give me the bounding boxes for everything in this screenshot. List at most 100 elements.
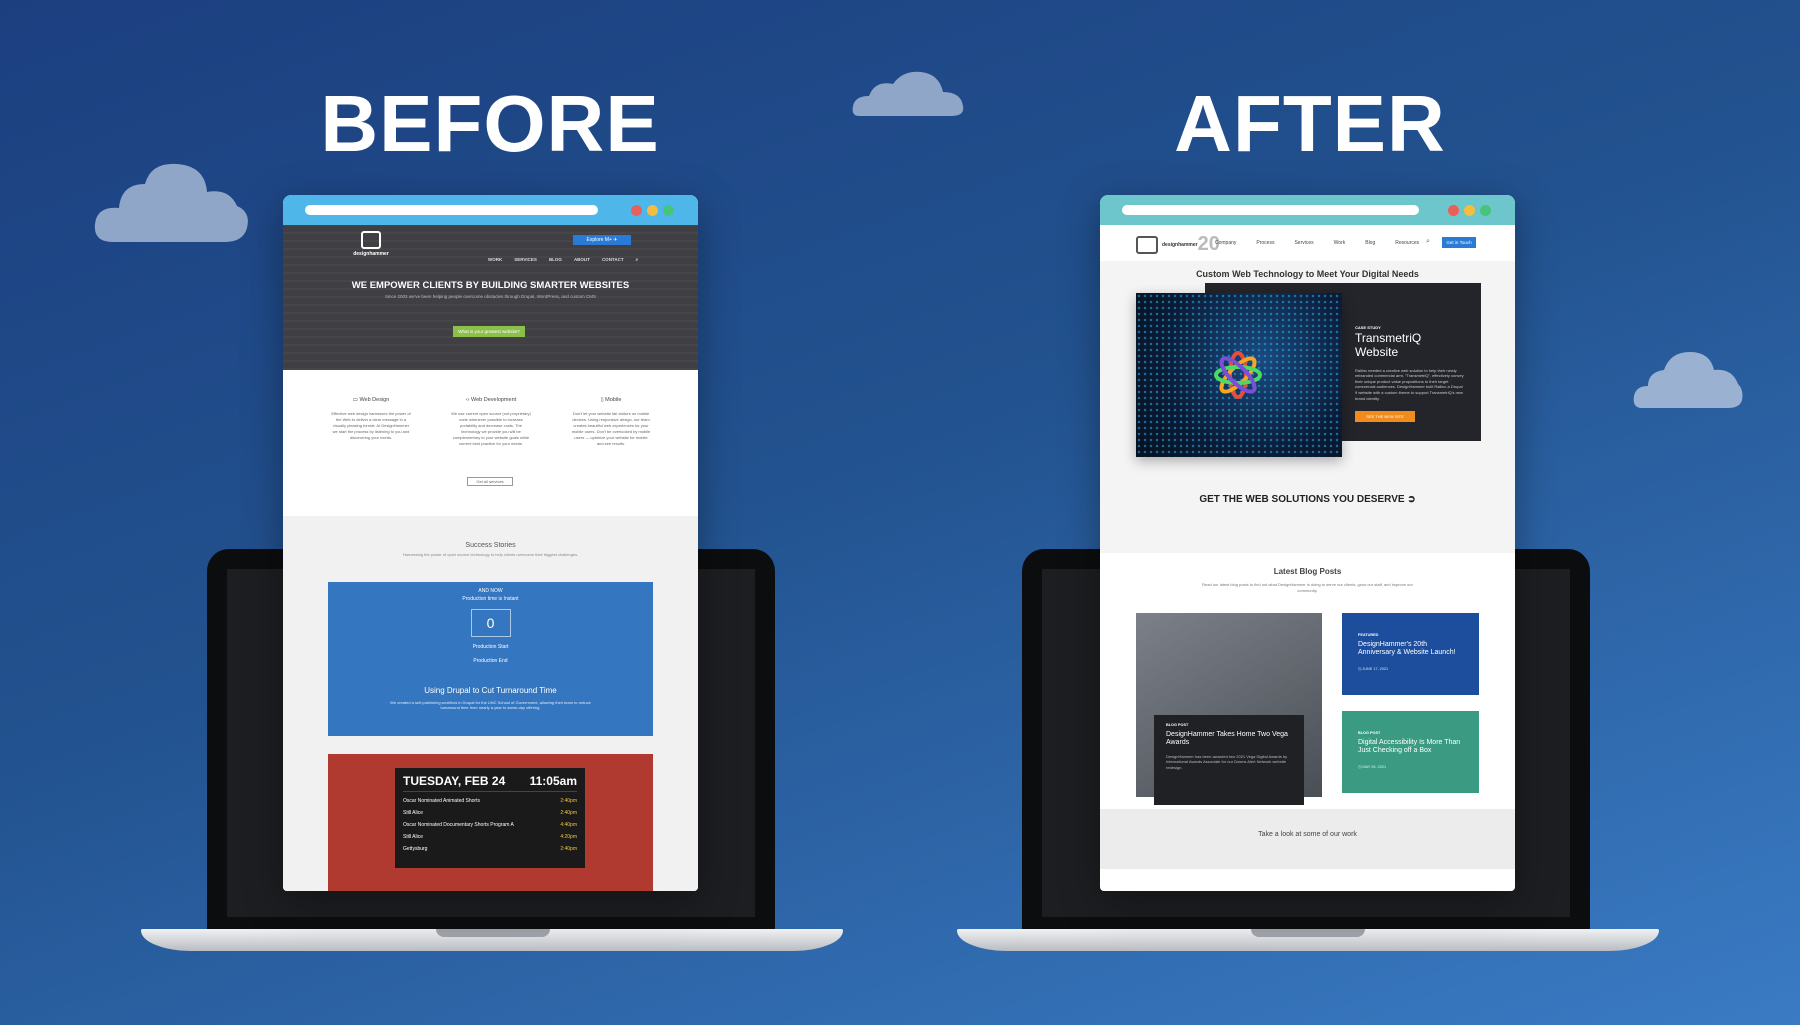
- search-icon[interactable]: ⌕: [1426, 238, 1430, 246]
- service-text: Don't let your website fail visitors on …: [571, 411, 651, 446]
- blog-card-anniversary[interactable]: FEATURED DesignHammer's 20th Anniversary…: [1342, 613, 1479, 695]
- blog-subtitle: Read our latest blog posts to find out w…: [1202, 582, 1413, 593]
- before-laptop-notch: [436, 929, 550, 937]
- before-hero-subtitle: Since 2003 we've been helping people ove…: [385, 294, 596, 299]
- board-row: Oscar Nominated Documentary Shorts Progr…: [403, 822, 577, 828]
- browser-bar: [283, 195, 698, 225]
- close-dot-icon[interactable]: [1448, 205, 1459, 216]
- blog-card-accessibility[interactable]: BLOG POST Digital Accessibility Is More …: [1342, 711, 1479, 793]
- all-services-button[interactable]: Get all services: [467, 477, 513, 486]
- before-hero-cta[interactable]: What is your greatest website?: [453, 326, 525, 337]
- case-study-desc: Railinc needed a creative web solution t…: [1355, 367, 1464, 401]
- story-start: Production Start: [472, 644, 509, 650]
- story-tag: AND NOW: [478, 588, 503, 594]
- story-card-theater[interactable]: TUESDAY, FEB 24 11:05am Oscar Nominated …: [328, 754, 653, 891]
- story-desc: We created a self-publishing workflow in…: [390, 700, 591, 710]
- minimize-dot-icon[interactable]: [647, 205, 658, 216]
- case-study-label: CASE STUDY: [1355, 325, 1381, 330]
- board-row: Still Alice 4:20pm: [403, 834, 577, 840]
- maximize-dot-icon[interactable]: [1480, 205, 1491, 216]
- latest-blog-posts: Latest Blog Posts Read our latest blog p…: [1100, 553, 1515, 809]
- case-study-image[interactable]: [1136, 293, 1342, 457]
- story-title: Using Drupal to Cut Turnaround Time: [424, 686, 557, 695]
- before-hero: designhammer Explore M+ ✈ WORK SERVICES …: [283, 225, 698, 370]
- after-browser-window: designhammer 20 Company Process Services…: [1100, 195, 1515, 891]
- search-icon[interactable]: ⌕: [636, 257, 639, 262]
- after-header: designhammer 20 Company Process Services…: [1100, 225, 1515, 261]
- get-in-touch-button[interactable]: Get in Touch: [1442, 237, 1476, 248]
- showtime-board: TUESDAY, FEB 24 11:05am Oscar Nominated …: [395, 768, 585, 868]
- maximize-dot-icon[interactable]: [663, 205, 674, 216]
- nav-services[interactable]: Services: [1294, 240, 1313, 246]
- before-nav: WORK SERVICES BLOG ABOUT CONTACT ⌕: [488, 257, 638, 262]
- service-text: Effective web design harnesses the power…: [331, 411, 411, 440]
- service-title: ‹› Web Development: [465, 397, 517, 403]
- see-new-site-button[interactable]: SEE THE NEW SITE: [1355, 411, 1415, 423]
- nav-about[interactable]: ABOUT: [574, 257, 590, 262]
- blog-card-desc: DesignHammer has been awarded two 2021 V…: [1166, 753, 1288, 770]
- story-counter: 0: [470, 609, 511, 637]
- hammer-box-icon: [1136, 235, 1158, 254]
- board-row: Gettysburg 2:40pm: [403, 846, 577, 852]
- blog-card-label: BLOG POST: [1166, 723, 1189, 727]
- after-hero-title: Custom Web Technology to Meet Your Digit…: [1196, 269, 1419, 279]
- blog-card-date: ◷ MAY 26, 2021: [1358, 764, 1387, 769]
- service-title: ▯ Mobile: [600, 397, 622, 403]
- board-day: TUESDAY, FEB 24: [403, 774, 506, 788]
- board-row: Still Alice 2:40pm: [403, 810, 577, 816]
- before-logo[interactable]: designhammer: [349, 231, 393, 257]
- nav-work[interactable]: Work: [1334, 240, 1346, 246]
- close-dot-icon[interactable]: [631, 205, 642, 216]
- address-bar[interactable]: [1122, 205, 1419, 215]
- nav-resources[interactable]: Resources: [1395, 240, 1419, 246]
- after-heading: AFTER: [1174, 79, 1446, 168]
- blog-title: Latest Blog Posts: [1273, 567, 1342, 576]
- before-logo-text: designhammer: [353, 251, 389, 257]
- stories-title: Success Stories: [465, 542, 516, 549]
- blog-card-body: BLOG POST DesignHammer Takes Home Two Ve…: [1154, 715, 1304, 805]
- blog-card-vega-awards[interactable]: BLOG POST DesignHammer Takes Home Two Ve…: [1136, 613, 1322, 805]
- after-logo-text: designhammer: [1162, 241, 1198, 248]
- case-study-title: TransmetriQ Website: [1355, 331, 1422, 359]
- blog-card-label: FEATURED: [1358, 633, 1379, 637]
- nav-blog[interactable]: BLOG: [549, 257, 562, 262]
- service-title: ▭ Web Design: [352, 397, 390, 403]
- blog-card-title: Digital Accessibility Is More Than Just …: [1358, 739, 1461, 755]
- explore-button[interactable]: Explore M+ ✈: [573, 235, 631, 245]
- story-end: Production End: [473, 658, 508, 664]
- cloud-icon: [93, 162, 249, 244]
- service-web-development: ‹› Web Development We use current open s…: [451, 397, 531, 447]
- story-line: Production time is Instant: [462, 596, 519, 602]
- story-card-drupal[interactable]: AND NOW Production time is Instant 0 Pro…: [328, 582, 653, 736]
- before-heading: BEFORE: [320, 79, 660, 168]
- transmetriq-logo-icon: [1214, 351, 1262, 399]
- browser-bar: [1100, 195, 1515, 225]
- nav-process[interactable]: Process: [1256, 240, 1274, 246]
- service-web-design: ▭ Web Design Effective web design harnes…: [331, 397, 411, 441]
- board-header: TUESDAY, FEB 24 11:05am: [403, 774, 577, 792]
- address-bar[interactable]: [305, 205, 598, 215]
- web-solutions-link[interactable]: GET THE WEB SOLUTIONS YOU DESERVE ➲: [1100, 494, 1515, 505]
- cloud-icon: [851, 70, 965, 116]
- work-title: Take a look at some of our work: [1258, 831, 1357, 838]
- nav-blog[interactable]: Blog: [1365, 240, 1375, 246]
- after-logo[interactable]: designhammer 20: [1136, 233, 1220, 256]
- blog-card-date: ◷ JUNE 17, 2021: [1358, 666, 1389, 671]
- before-services: ▭ Web Design Effective web design harnes…: [283, 370, 698, 516]
- stories-subtitle: Harnessing the power of open source tech…: [402, 552, 579, 557]
- board-row: Oscar Nominated Animated Shorts 2:40pm: [403, 798, 577, 804]
- minimize-dot-icon[interactable]: [1464, 205, 1475, 216]
- case-study-text: CASE STUDY TransmetriQ Website Railinc n…: [1355, 325, 1465, 423]
- cloud-icon: [1632, 348, 1744, 410]
- service-mobile: ▯ Mobile Don't let your website fail vis…: [571, 397, 651, 447]
- blog-card-title: DesignHammer's 20th Anniversary & Websit…: [1358, 641, 1456, 657]
- nav-work[interactable]: WORK: [488, 257, 502, 262]
- after-nav: Company Process Services Work Blog Resou…: [1215, 240, 1419, 246]
- nav-company[interactable]: Company: [1215, 240, 1236, 246]
- board-clock: 11:05am: [529, 774, 577, 788]
- nav-contact[interactable]: CONTACT: [602, 257, 624, 262]
- hammer-box-icon: [361, 231, 381, 249]
- our-work-section: Take a look at some of our work: [1100, 809, 1515, 869]
- blog-card-label: BLOG POST: [1358, 731, 1381, 735]
- nav-services[interactable]: SERVICES: [514, 257, 537, 262]
